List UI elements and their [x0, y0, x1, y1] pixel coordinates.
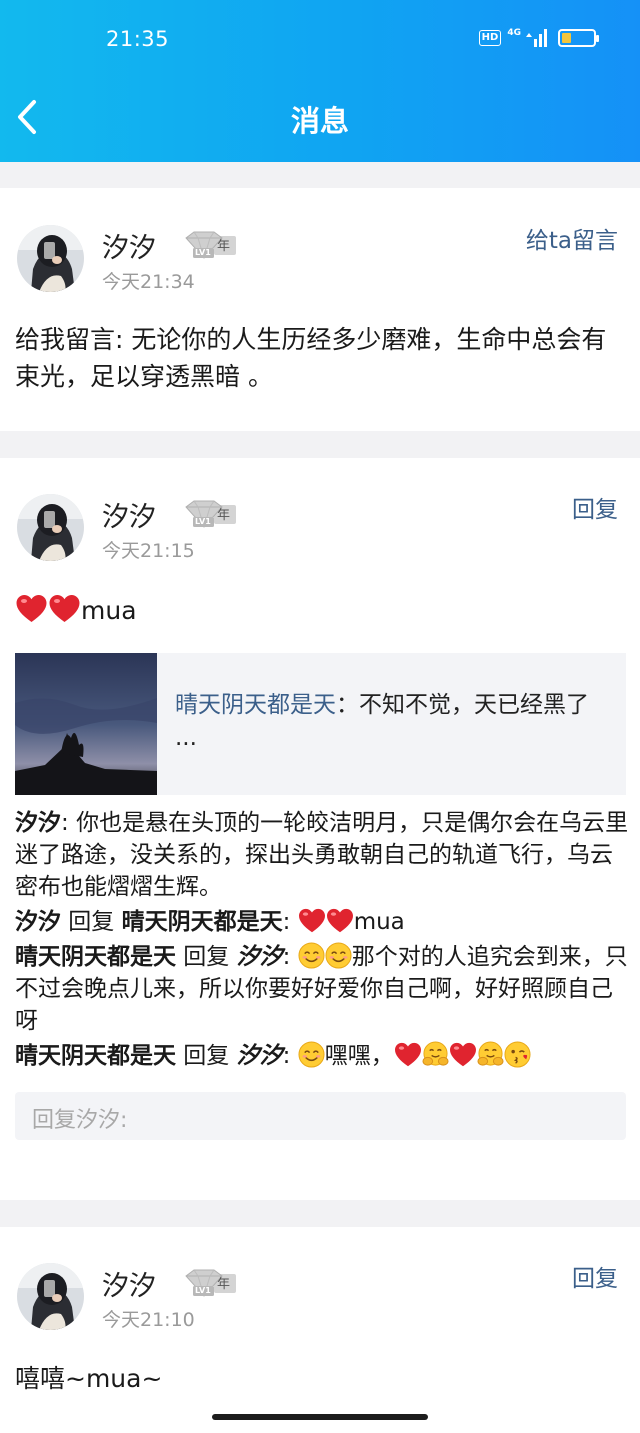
smile-emoji-icon — [325, 942, 352, 969]
hd-icon: HD — [478, 30, 502, 46]
heart-emoji-icon — [449, 1042, 477, 1068]
reply-item[interactable]: 汐汐 回复 晴天阴天都是天: mua — [15, 906, 630, 938]
timestamp: 今天21:34 — [102, 271, 195, 293]
quoted-post[interactable]: 晴天阴天都是天：不知不觉，天已经黑了 ... — [15, 653, 626, 795]
reply-item[interactable]: 晴天阴天都是天 回复 汐汐: 那个对的人追究会到来，只不过会晚点儿来，所以你要好… — [15, 941, 630, 1037]
message-card-1: 汐汐 年 LV1 今天21:34 给ta留言 给我留言: 无论你的人生历经多少磨… — [0, 188, 640, 431]
reply-button[interactable]: 回复 — [572, 1259, 618, 1293]
badge-year-label: 年 — [217, 508, 231, 523]
level-badge-icon: 年 LV1 — [184, 499, 238, 529]
message-card-3: 汐汐 年 LV1 今天21:10 回复 嘻嘻~mua~ — [0, 1227, 640, 1433]
message-text: 给我留言: 无论你的人生历经多少磨难，生命中总会有束光，足以穿透黑暗 。 — [15, 325, 607, 391]
reply-text: mua — [353, 909, 405, 935]
heart-emoji-icon — [15, 594, 48, 624]
badge-level-label: LV1 — [195, 517, 211, 526]
badge-year-label: 年 — [217, 1277, 231, 1292]
network-type-label: 4G — [507, 28, 521, 38]
smile-emoji-icon — [298, 1041, 325, 1068]
avatar[interactable] — [17, 225, 84, 292]
level-badge-icon: 年 LV1 — [184, 230, 238, 260]
status-icons: HD 4G — [478, 28, 599, 48]
reply-author[interactable]: 晴天阴天都是天 — [15, 1043, 176, 1069]
avatar[interactable] — [17, 1263, 84, 1330]
reply-text: 你也是悬在头顶的一轮皎洁明月，只是偶尔会在乌云里迷了路途，没关系的，探出头勇敢朝… — [15, 810, 629, 900]
signal-icon — [526, 29, 547, 47]
quoted-post-text: 晴天阴天都是天：不知不觉，天已经黑了 ... — [175, 692, 589, 751]
username[interactable]: 汐汐 — [102, 1264, 156, 1303]
heart-emoji-icon — [394, 1042, 422, 1068]
reply-target[interactable]: 汐汐 — [237, 1043, 283, 1069]
reply-thread: 汐汐: 你也是悬在头顶的一轮皎洁明月，只是偶尔会在乌云里迷了路途，没关系的，探出… — [15, 807, 630, 1075]
reply-button[interactable]: 回复 — [572, 490, 618, 524]
reply-text: 嘿嘿， — [324, 1043, 394, 1069]
quoted-post-thumbnail — [15, 653, 157, 795]
avatar[interactable] — [17, 494, 84, 561]
message-text: mua — [15, 592, 630, 629]
heart-emoji-icon — [48, 594, 81, 624]
hug-emoji-icon — [477, 1041, 504, 1068]
username[interactable]: 汐汐 — [102, 226, 156, 265]
timestamp: 今天21:10 — [102, 1309, 195, 1331]
home-indicator[interactable] — [212, 1414, 428, 1420]
reply-target[interactable]: 晴天阴天都是天 — [122, 909, 283, 935]
level-badge-icon: 年 LV1 — [184, 1268, 238, 1298]
badge-level-label: LV1 — [195, 1286, 211, 1295]
reply-author[interactable]: 汐汐 — [15, 909, 61, 935]
quoted-author[interactable]: 晴天阴天都是天 — [175, 692, 336, 718]
message-card-2: 汐汐 年 LV1 今天21:15 回复 mua 晴天阴天都是天：不知不觉，天已经… — [0, 458, 640, 1200]
reply-author[interactable]: 汐汐 — [15, 810, 61, 836]
reply-item[interactable]: 汐汐: 你也是悬在头顶的一轮皎洁明月，只是偶尔会在乌云里迷了路途，没关系的，探出… — [15, 807, 630, 903]
smile-emoji-icon — [298, 942, 325, 969]
reply-input[interactable]: 回复汐汐: — [15, 1092, 626, 1140]
page-title: 消息 — [290, 104, 349, 138]
app-header: 21:35 HD 4G 消息 — [0, 0, 640, 162]
status-time: 21:35 — [106, 27, 170, 51]
heart-emoji-icon — [298, 908, 326, 934]
heart-emoji-icon — [326, 908, 354, 934]
leave-message-button[interactable]: 给ta留言 — [526, 221, 618, 255]
message-text-content: mua — [81, 596, 137, 625]
kiss-emoji-icon — [504, 1041, 531, 1068]
message-text: 嘻嘻~mua~ — [15, 1364, 163, 1393]
hug-emoji-icon — [422, 1041, 449, 1068]
reply-target[interactable]: 汐汐 — [237, 944, 283, 970]
reply-author[interactable]: 晴天阴天都是天 — [15, 944, 176, 970]
username[interactable]: 汐汐 — [102, 495, 156, 534]
reply-item[interactable]: 晴天阴天都是天 回复 汐汐: 嘿嘿， — [15, 1040, 630, 1072]
badge-level-label: LV1 — [195, 248, 211, 257]
timestamp: 今天21:15 — [102, 540, 195, 562]
battery-icon — [558, 29, 599, 47]
badge-year-label: 年 — [217, 239, 231, 254]
